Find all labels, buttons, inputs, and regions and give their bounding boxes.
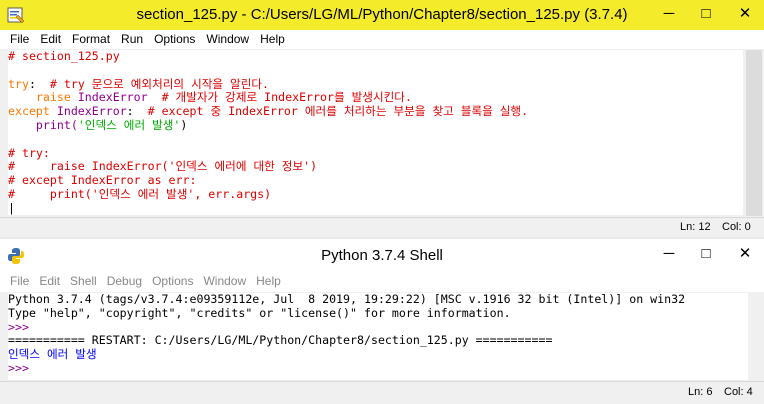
scrollbar-thumb[interactable] (746, 50, 762, 216)
editor-window: section_125.py - C:/Users/LG/ML/Python/C… (0, 0, 764, 238)
shell-line: =========== RESTART: C:/Users/LG/ML/Pyth… (8, 333, 748, 348)
code-line: # except IndexError as err: (8, 173, 743, 188)
shell-token: >>> (8, 319, 36, 334)
shell-line-number: Ln: 6 (688, 386, 713, 398)
minimize-button[interactable]: ─ (654, 0, 684, 30)
code-token: try (8, 76, 29, 91)
code-line: # section_125.py (8, 50, 743, 64)
code-line: raise IndexError # 개발자가 강제로 IndexError를 … (8, 90, 743, 105)
code-token: except (8, 104, 50, 119)
shell-menu-file[interactable]: File (0, 271, 29, 292)
code-token: raise (35, 90, 71, 105)
editor-titlebar[interactable]: section_125.py - C:/Users/LG/ML/Python/C… (0, 0, 764, 30)
shell-token: 인덱스 에러 발생 (8, 347, 97, 362)
shell-menu-options[interactable]: Options (142, 271, 193, 292)
code-token: # except 중 IndexError 에러를 처리하는 부분을 찾고 블록… (147, 104, 529, 119)
vertical-scrollbar[interactable] (744, 50, 764, 216)
shell-menu-debug[interactable]: Debug (97, 271, 142, 292)
menu-run[interactable]: Run (111, 30, 143, 49)
shell-line: >>> (8, 360, 748, 376)
shell-menu-edit[interactable]: Edit (29, 271, 60, 292)
menu-help[interactable]: Help (250, 30, 285, 49)
line-number: Ln: 12 (680, 221, 711, 233)
code-line: except IndexError: # except 중 IndexError… (8, 104, 743, 119)
shell-line: Python 3.7.4 (tags/v3.7.4:e09359112e, Ju… (8, 293, 748, 307)
close-button[interactable]: ✕ (730, 0, 760, 30)
editor-title: section_125.py - C:/Users/LG/ML/Python/C… (136, 6, 628, 23)
code-token: # print('인덱스 에러 발생', err.args) (8, 186, 272, 201)
shell-column-number: Col: 4 (724, 386, 753, 398)
code-token: # 개발자가 강제로 IndexError를 발생시킨다. (161, 90, 412, 105)
shell-menubar: File Edit Shell Debug Options Window Help (0, 271, 764, 292)
editor-menubar: File Edit Format Run Options Window Help (0, 30, 764, 49)
shell-token: >>> (8, 360, 36, 375)
shell-menu-window[interactable]: Window (193, 271, 246, 292)
code-token: # section_125.py (8, 50, 120, 63)
menu-options[interactable]: Options (144, 30, 195, 49)
code-token: # raise IndexError('인덱스 에러에 대한 정보') (8, 159, 318, 174)
code-token: | (8, 200, 15, 215)
code-token: IndexError (70, 90, 162, 105)
shell-token: Type "help", "copyright", "credits" or "… (8, 305, 511, 320)
menu-format[interactable]: Format (62, 30, 110, 49)
shell-token: =========== RESTART: C:/Users/LG/ML/Pyth… (8, 333, 553, 348)
shell-window: Python 3.7.4 Shell ─ □ ✕ File Edit Shell De… (0, 239, 764, 404)
shell-line: >>> (8, 319, 748, 335)
shell-menu-shell[interactable]: Shell (60, 271, 97, 292)
editor-statusbar: Ln: 12 Col: 0 (0, 217, 764, 238)
shell-line: Type "help", "copyright", "credits" or "… (8, 305, 748, 321)
menu-window[interactable]: Window (196, 30, 249, 49)
shell-close-button[interactable]: ✕ (730, 240, 760, 270)
code-line: # raise IndexError('인덱스 에러에 대한 정보') (8, 159, 743, 174)
shell-titlebar[interactable]: Python 3.7.4 Shell ─ □ ✕ (0, 239, 764, 271)
shell-maximize-button[interactable]: □ (691, 240, 721, 270)
code-token: print( (8, 117, 78, 132)
code-token: '인덱스 에러 발생' (77, 117, 181, 132)
code-token: : (28, 76, 50, 91)
shell-output[interactable]: Python 3.7.4 (tags/v3.7.4:e09359112e, Ju… (8, 293, 748, 380)
code-editor[interactable]: # section_125.py try: # try 문으로 예외처리의 시작을… (8, 50, 743, 215)
shell-line: 인덱스 에러 발생 (8, 347, 748, 362)
menu-file[interactable]: File (0, 30, 29, 49)
shell-menu-help[interactable]: Help (246, 271, 281, 292)
menu-edit[interactable]: Edit (30, 30, 61, 49)
code-line: # print('인덱스 에러 발생', err.args) (8, 186, 743, 202)
shell-statusbar: Ln: 6 Col: 4 (0, 381, 764, 404)
code-line: # try: (8, 145, 743, 161)
code-line: | (8, 200, 743, 215)
code-token: : (126, 104, 148, 119)
code-line: try: # try 문으로 예외처리의 시작을 알린다. (8, 76, 743, 92)
code-line: print('인덱스 에러 발생') (8, 117, 743, 133)
shell-title: Python 3.7.4 Shell (321, 247, 443, 264)
code-token: # except IndexError as err: (8, 173, 197, 188)
shell-token: Python 3.7.4 (tags/v3.7.4:e09359112e, Ju… (8, 293, 686, 306)
shell-minimize-button[interactable]: ─ (654, 240, 684, 270)
code-token: # try: (8, 145, 50, 160)
code-token: IndexError (49, 104, 127, 119)
code-token: ) (180, 117, 188, 132)
maximize-button[interactable]: □ (691, 0, 721, 30)
column-number: Col: 0 (722, 221, 751, 233)
code-token: # try 문으로 예외처리의 시작을 알린다. (49, 76, 270, 91)
